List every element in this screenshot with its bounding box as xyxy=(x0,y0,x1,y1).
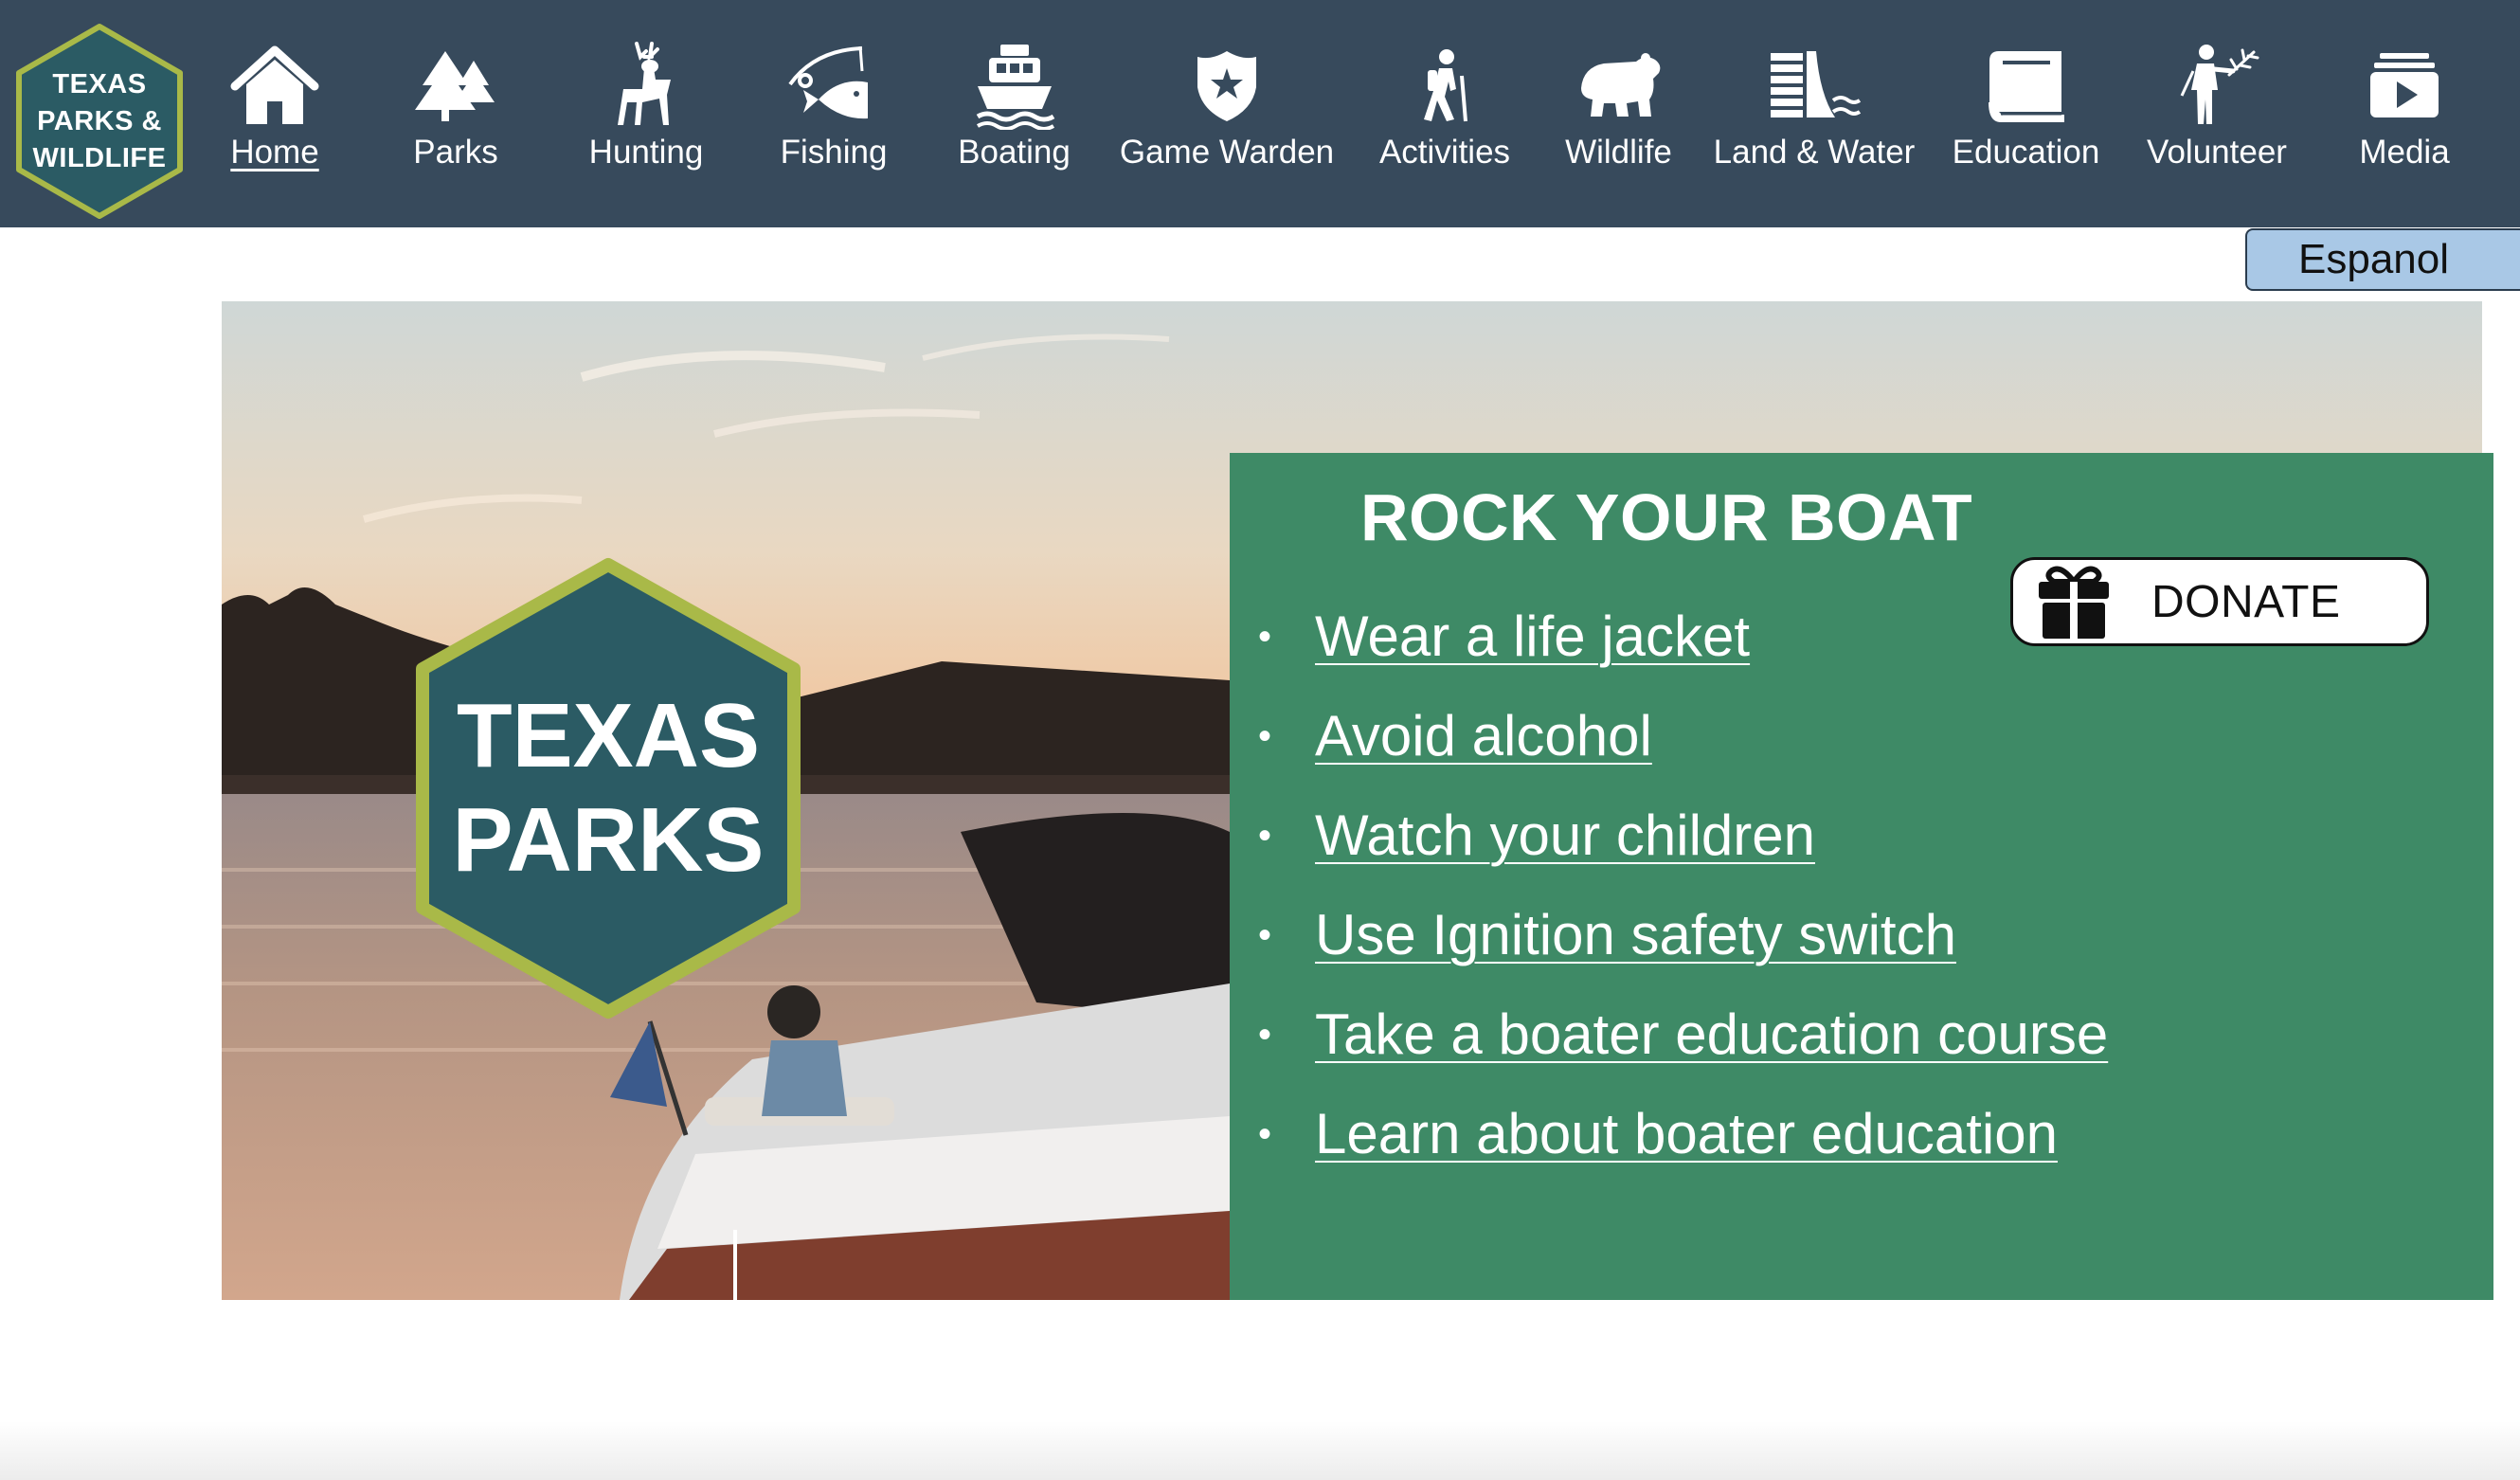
safety-link-avoid-alcohol[interactable]: Avoid alcohol xyxy=(1287,706,1652,767)
nav-item-boating[interactable]: Boating xyxy=(955,38,1073,180)
trees-icon xyxy=(404,38,508,133)
nav-item-home[interactable]: Home xyxy=(223,38,327,180)
logo-line-3: WILDLIFE xyxy=(32,142,167,173)
badge-text: TEXAS PARKS xyxy=(411,557,805,1020)
donate-button[interactable]: DONATE xyxy=(2010,557,2429,646)
page-bottom-edge xyxy=(0,1421,2520,1480)
fish-hook-icon xyxy=(782,38,886,133)
list-item: • Watch your children xyxy=(1258,805,2108,905)
nav-item-education[interactable]: Education xyxy=(1948,38,2104,180)
main-navigation-bar: TEXAS PARKS & WILDLIFE Home Parks Huntin… xyxy=(0,0,2520,227)
bullet-icon: • xyxy=(1258,1014,1272,1056)
nav-label-parks: Parks xyxy=(413,134,498,171)
logo-line-1: TEXAS xyxy=(52,68,147,99)
safety-link-ignition-switch[interactable]: Use Ignition safety switch xyxy=(1287,905,1956,966)
list-item: • Use Ignition safety switch xyxy=(1258,905,2108,1004)
nav-label-volunteer: Volunteer xyxy=(2147,134,2287,171)
bear-icon xyxy=(1567,38,1671,133)
nav-item-volunteer[interactable]: Volunteer xyxy=(2141,38,2293,180)
panel-title: ROCK YOUR BOAT xyxy=(1360,480,1973,554)
nav-item-game-warden[interactable]: Game Warden xyxy=(1118,38,1336,180)
list-item: • Wear a life jacket xyxy=(1258,606,2108,706)
boat-icon xyxy=(963,38,1067,133)
logo-line-2: PARKS & xyxy=(37,105,162,136)
hiker-icon xyxy=(1393,38,1497,133)
dam-water-icon xyxy=(1762,38,1866,133)
media-play-icon xyxy=(2352,38,2457,133)
nav-item-wildlife[interactable]: Wildlife xyxy=(1559,38,1678,180)
deer-icon xyxy=(594,38,698,133)
logo-text: TEXAS PARKS & WILDLIFE xyxy=(15,23,184,220)
list-item: • Learn about boater education xyxy=(1258,1104,2108,1203)
nav-item-activities[interactable]: Activities xyxy=(1364,38,1525,180)
nav-label-media: Media xyxy=(2359,134,2450,171)
bullet-icon: • xyxy=(1258,616,1272,658)
nav-item-fishing[interactable]: Fishing xyxy=(777,38,891,180)
nav-label-hunting: Hunting xyxy=(588,134,704,171)
espanol-language-button[interactable]: Espanol xyxy=(2245,228,2520,291)
donate-label: DONATE xyxy=(2151,576,2341,627)
bullet-icon: • xyxy=(1258,914,1272,956)
bullet-icon: • xyxy=(1258,1113,1272,1155)
warden-badge-icon xyxy=(1175,38,1279,133)
tpwd-logo[interactable]: TEXAS PARKS & WILDLIFE xyxy=(15,23,184,220)
nav-label-education: Education xyxy=(1952,134,2100,171)
list-item: • Avoid alcohol xyxy=(1258,706,2108,805)
nav-item-land-water[interactable]: Land & Water xyxy=(1705,38,1923,180)
safety-link-life-jacket[interactable]: Wear a life jacket xyxy=(1287,606,1750,667)
bullet-icon: • xyxy=(1258,715,1272,757)
nav-label-home: Home xyxy=(230,134,319,171)
nav-label-boating: Boating xyxy=(958,134,1071,171)
nav-item-hunting[interactable]: Hunting xyxy=(585,38,708,180)
safety-link-education-course[interactable]: Take a boater education course xyxy=(1287,1004,2108,1065)
home-icon xyxy=(223,38,327,133)
badge-line-1: TEXAS xyxy=(456,685,761,786)
nav-label-fishing: Fishing xyxy=(780,134,888,171)
list-item: • Take a boater education course xyxy=(1258,1004,2108,1104)
badge-line-2: PARKS xyxy=(452,789,765,891)
texas-parks-badge: TEXAS PARKS xyxy=(411,557,805,1020)
nav-item-media[interactable]: Media xyxy=(2348,38,2461,180)
safety-link-learn-education[interactable]: Learn about boater education xyxy=(1287,1104,2058,1164)
safety-tips-list: • Wear a life jacket • Avoid alcohol • W… xyxy=(1258,606,2108,1203)
nav-label-wildlife: Wildlife xyxy=(1565,134,1672,171)
bullet-icon: • xyxy=(1258,815,1272,857)
nav-item-parks[interactable]: Parks xyxy=(404,38,508,180)
nav-label-activities: Activities xyxy=(1378,134,1511,171)
safety-link-watch-children[interactable]: Watch your children xyxy=(1287,805,1815,866)
volunteer-icon xyxy=(2165,38,2269,133)
gift-icon xyxy=(2034,562,2114,641)
nav-label-game-warden: Game Warden xyxy=(1119,134,1335,171)
book-icon xyxy=(1974,38,2079,133)
nav-label-land-water: Land & Water xyxy=(1713,134,1916,171)
